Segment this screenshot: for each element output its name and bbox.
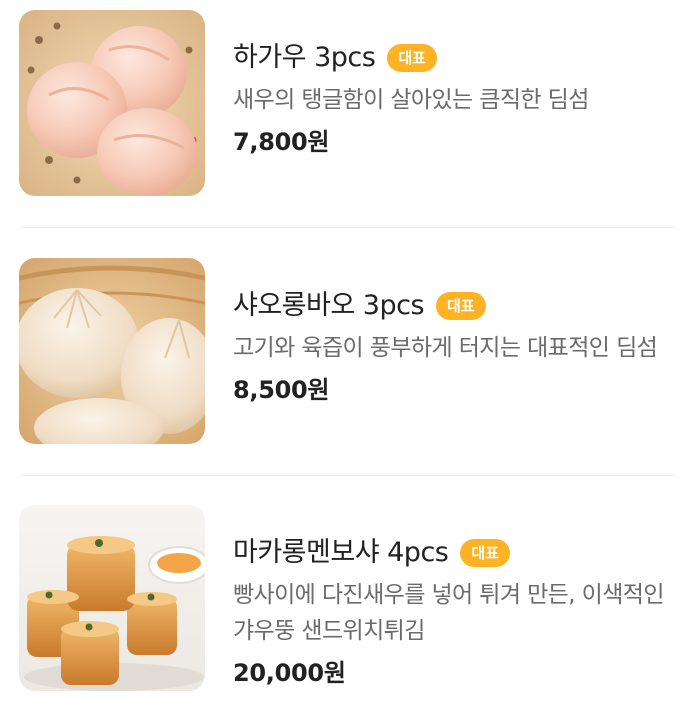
divider [20, 227, 676, 228]
menu-list: 하가우 3pcs 대표 새우의 탱글함이 살아있는 큼직한 딤섬 7,800원 [0, 0, 700, 713]
signature-badge: 대표 [387, 44, 437, 72]
menu-item-name: 하가우 3pcs [233, 42, 376, 73]
menu-item-price: 7,800원 [233, 128, 330, 156]
shrimp-toast-info: 마카롱멘보샤 4pcs 대표 빵사이에 다진새우를 넣어 튀겨 만든, 이색적인… [233, 533, 683, 690]
shrimp-toast-image-art [19, 505, 205, 691]
menu-item-price: 8,500원 [233, 376, 330, 404]
divider [20, 475, 676, 476]
har-gow-image-art [19, 10, 205, 196]
har-gow-info: 하가우 3pcs 대표 새우의 탱글함이 살아있는 큼직한 딤섬 7,800원 [233, 38, 683, 159]
menu-item-description: 새우의 탱글함이 살아있는 큼직한 딤섬 [233, 87, 589, 113]
menu-item-price: 20,000원 [233, 659, 346, 687]
signature-badge: 대표 [436, 292, 486, 320]
menu-item-description: 빵사이에 다진새우를 넣어 튀겨 만든, 이색적인 갸우뚱 샌드위치튀김 [233, 582, 665, 644]
menu-item-description: 고기와 육즙이 풍부하게 터지는 대표적인 딤섬 [233, 335, 658, 361]
menu-item-shrimp-toast[interactable]: 마카롱멘보샤 4pcs 대표 빵사이에 다진새우를 넣어 튀겨 만든, 이색적인… [0, 505, 700, 693]
xiaolongbao-image[interactable] [19, 258, 205, 444]
menu-item-name: 샤오롱바오 3pcs [233, 290, 425, 321]
shrimp-toast-image[interactable] [19, 505, 205, 691]
har-gow-image[interactable] [19, 10, 205, 196]
xiaolongbao-image-art [19, 258, 205, 444]
menu-item-xiaolongbao[interactable]: 샤오롱바오 3pcs 대표 고기와 육즙이 풍부하게 터지는 대표적인 딤섬 8… [0, 258, 700, 446]
xiaolongbao-info: 샤오롱바오 3pcs 대표 고기와 육즙이 풍부하게 터지는 대표적인 딤섬 8… [233, 286, 683, 407]
menu-item-name: 마카롱멘보샤 4pcs [233, 537, 449, 568]
xiaolongbao-title-row: 샤오롱바오 3pcs 대표 [233, 286, 683, 326]
menu-item-har-gow[interactable]: 하가우 3pcs 대표 새우의 탱글함이 살아있는 큼직한 딤섬 7,800원 [0, 10, 700, 198]
signature-badge: 대표 [460, 539, 510, 567]
har-gow-title-row: 하가우 3pcs 대표 [233, 38, 683, 78]
shrimp-toast-title-row: 마카롱멘보샤 4pcs 대표 [233, 533, 683, 573]
